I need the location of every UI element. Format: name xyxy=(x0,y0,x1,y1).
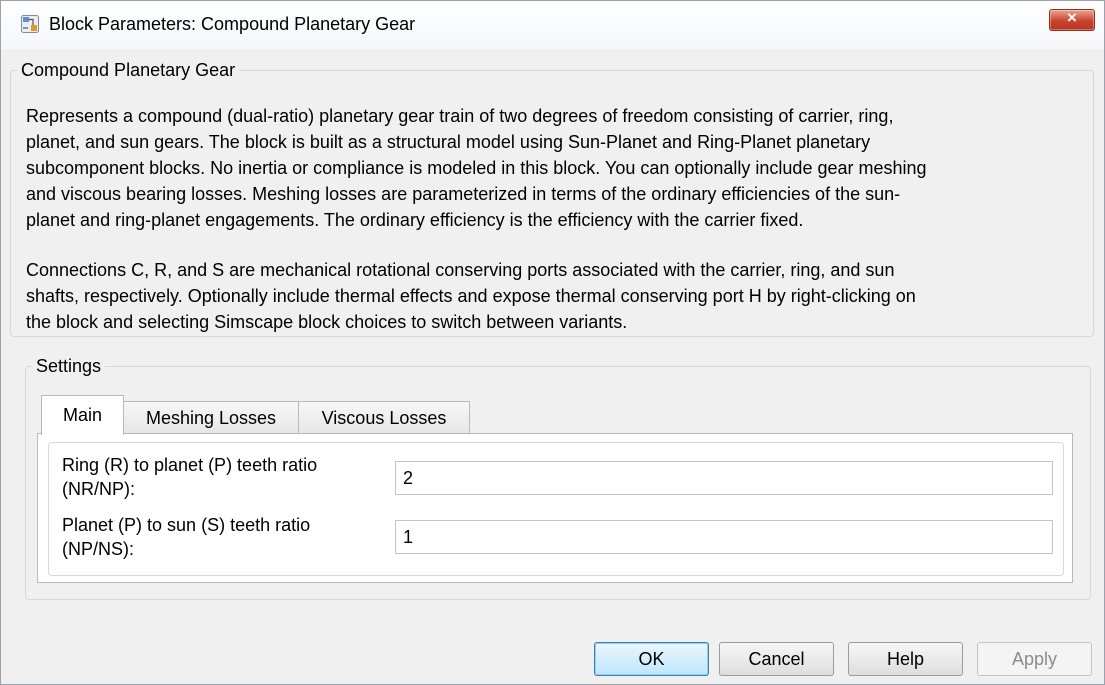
main-tab-panel: Ring (R) to planet (P) teeth ratio (NR/N… xyxy=(37,433,1073,583)
description-line: planet, and sun gears. The block is buil… xyxy=(26,132,871,152)
label-line: Ring (R) to planet (P) teeth ratio xyxy=(62,455,318,475)
description-line: shafts, respectively. Optionally include… xyxy=(26,286,916,306)
help-button[interactable]: Help xyxy=(848,642,963,676)
description-line: planet and ring-planet engagements. The … xyxy=(26,210,804,230)
tab-viscous-losses[interactable]: Viscous Losses xyxy=(298,401,470,434)
window-title: Block Parameters: Compound Planetary Gea… xyxy=(49,14,416,34)
description-line: the block and selecting Simscape block c… xyxy=(26,312,628,332)
description-group-title: Compound Planetary Gear xyxy=(21,60,236,80)
block-parameters-dialog: Block Parameters: Compound Planetary Gea… xyxy=(0,0,1105,685)
description-line: Connections C, R, and S are mechanical r… xyxy=(26,260,895,280)
title-bar[interactable]: Block Parameters: Compound Planetary Gea… xyxy=(1,1,1104,49)
tab-label: Main xyxy=(62,405,102,425)
tab-label: Meshing Losses xyxy=(145,408,277,428)
planet-to-sun-ratio-input[interactable] xyxy=(395,520,1053,554)
description-line: and viscous bearing losses. Meshing loss… xyxy=(26,184,901,204)
simulink-block-icon xyxy=(21,15,39,33)
close-icon: × xyxy=(1067,8,1077,27)
tab-meshing-losses[interactable]: Meshing Losses xyxy=(123,401,299,434)
parameters-panel: Ring (R) to planet (P) teeth ratio (NR/N… xyxy=(48,442,1064,576)
ring-to-planet-ratio-label: Ring (R) to planet (P) teeth ratio (NR/N… xyxy=(62,453,317,501)
apply-button[interactable]: Apply xyxy=(977,642,1092,676)
label-line: Planet (P) to sun (S) teeth ratio xyxy=(62,515,311,535)
ring-to-planet-ratio-input[interactable] xyxy=(395,461,1053,495)
tab-main[interactable]: Main xyxy=(41,395,124,435)
close-button[interactable]: × xyxy=(1049,8,1095,31)
description-paragraph-2: Connections C, R, and S are mechanical r… xyxy=(26,257,1086,335)
description-line: subcomponent blocks. No inertia or compl… xyxy=(26,158,927,178)
label-line: (NP/NS): xyxy=(62,539,134,559)
description-paragraph-1: Represents a compound (dual-ratio) plane… xyxy=(26,103,1086,233)
tab-label: Viscous Losses xyxy=(321,408,447,428)
description-line: Represents a compound (dual-ratio) plane… xyxy=(26,106,894,126)
cancel-button[interactable]: Cancel xyxy=(719,642,834,676)
planet-to-sun-ratio-label: Planet (P) to sun (S) teeth ratio (NP/NS… xyxy=(62,513,310,561)
ok-button[interactable]: OK xyxy=(594,642,709,676)
label-line: (NR/NP): xyxy=(62,479,135,499)
settings-group-title: Settings xyxy=(36,356,102,376)
